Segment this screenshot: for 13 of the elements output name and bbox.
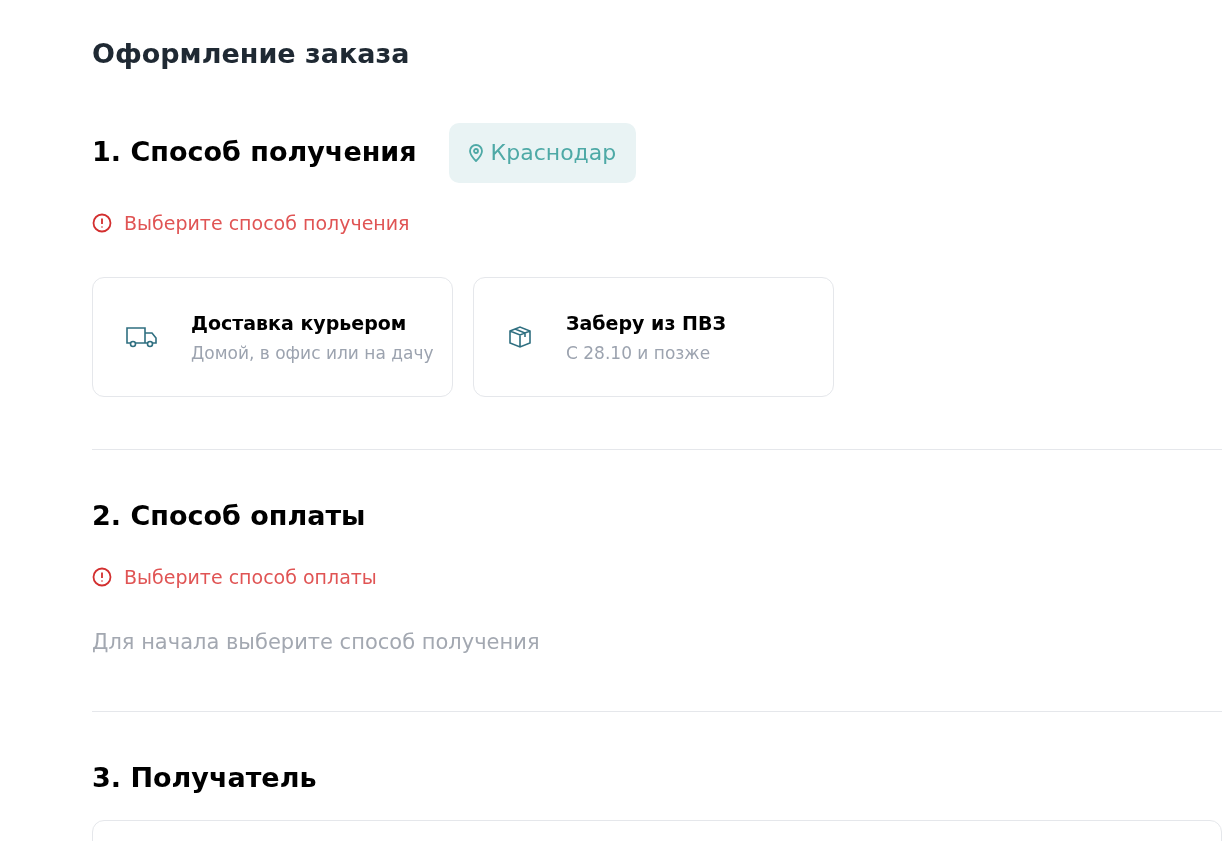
error-message: Выберите способ оплаты bbox=[124, 564, 377, 590]
section-heading: 1. Способ получения bbox=[92, 135, 417, 170]
option-title: Заберу из ПВЗ bbox=[566, 310, 726, 336]
hint-text: Для начала выберите способ получения bbox=[92, 629, 541, 656]
option-subtitle: С 28.10 и позже bbox=[566, 342, 712, 366]
option-subtitle: Домой, в офис или на дачу bbox=[191, 342, 434, 366]
delivery-option-card[interactable]: Заберу из ПВЗ С 28.10 и позже bbox=[473, 277, 834, 397]
error-message: Выберите способ получения bbox=[124, 210, 410, 236]
section-heading: 2. Способ оплаты bbox=[92, 499, 366, 533]
option-title: Доставка курьером bbox=[191, 310, 408, 336]
delivery-option-card[interactable]: Доставка курьером Домой, в офис или на дачу bbox=[92, 277, 453, 397]
section-heading: 3. Получатель bbox=[92, 760, 317, 795]
page-title: Оформление заказа bbox=[92, 37, 411, 71]
